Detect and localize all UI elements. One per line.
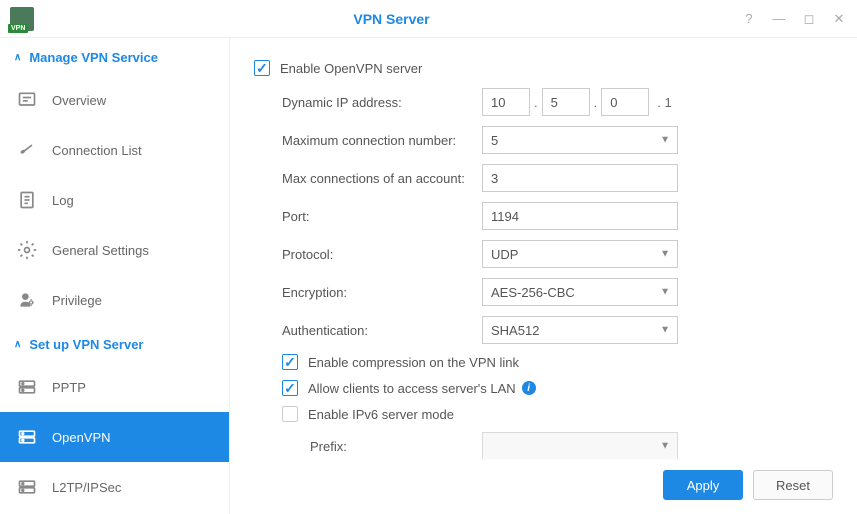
max-conn-row: Maximum connection number: 5 ▼ (254, 126, 833, 154)
enable-openvpn-row: Enable OpenVPN server (254, 56, 833, 80)
ipv6-checkbox[interactable] (282, 406, 298, 422)
sidebar-item-label: General Settings (52, 243, 149, 258)
dynamic-ip-label: Dynamic IP address: (282, 95, 482, 110)
sidebar-item-openvpn[interactable]: OpenVPN (0, 412, 229, 462)
sidebar-item-pptp[interactable]: PPTP (0, 362, 229, 412)
lan-access-row: Allow clients to access server's LAN i (254, 380, 833, 396)
max-acct-label: Max connections of an account: (282, 171, 482, 186)
compression-label: Enable compression on the VPN link (308, 355, 519, 370)
protocol-row: Protocol: UDP ▼ (254, 240, 833, 268)
sidebar-item-privilege[interactable]: Privilege (0, 275, 229, 325)
log-icon (16, 189, 38, 211)
sidebar-item-connection-list[interactable]: Connection List (0, 125, 229, 175)
port-label: Port: (282, 209, 482, 224)
port-row: Port: (254, 202, 833, 230)
server-icon (16, 376, 38, 398)
connection-icon (16, 139, 38, 161)
chevron-up-icon: ∧ (14, 52, 21, 63)
dynamic-ip-row: Dynamic IP address: . . . 1 (254, 88, 833, 116)
sidebar-item-label: L2TP/IPSec (52, 480, 121, 495)
gear-icon (16, 239, 38, 261)
server-icon (16, 476, 38, 498)
lan-access-label: Allow clients to access server's LAN (308, 381, 516, 396)
ip-separator: . (594, 95, 598, 110)
max-acct-row: Max connections of an account: (254, 164, 833, 192)
window-title: VPN Server (42, 11, 741, 27)
ip-octet-1[interactable] (482, 88, 530, 116)
overview-icon (16, 89, 38, 111)
sidebar-item-label: OpenVPN (52, 430, 111, 445)
protocol-select[interactable]: UDP (482, 240, 678, 268)
sidebar-item-general-settings[interactable]: General Settings (0, 225, 229, 275)
sidebar-item-label: Privilege (52, 293, 102, 308)
ip-input-group: . . . 1 (482, 88, 672, 116)
form-area: Enable OpenVPN server Dynamic IP address… (230, 38, 857, 459)
encryption-label: Encryption: (282, 285, 482, 300)
section-manage[interactable]: ∧ Manage VPN Service (0, 38, 229, 75)
sidebar-item-label: Log (52, 193, 74, 208)
window-controls: ? — ◻ ✕ (741, 11, 847, 27)
sidebar-item-overview[interactable]: Overview (0, 75, 229, 125)
footer: Apply Reset (230, 459, 857, 514)
ip-suffix: . 1 (657, 95, 671, 110)
info-icon[interactable]: i (522, 381, 536, 395)
ipv6-row: Enable IPv6 server mode (254, 406, 833, 422)
ip-octet-2[interactable] (542, 88, 590, 116)
sidebar-item-label: Overview (52, 93, 106, 108)
max-conn-select[interactable]: 5 (482, 126, 678, 154)
auth-label: Authentication: (282, 323, 482, 338)
server-icon (16, 426, 38, 448)
sidebar: ∧ Manage VPN Service Overview Connection… (0, 38, 230, 514)
encryption-row: Encryption: AES-256-CBC ▼ (254, 278, 833, 306)
titlebar: VPN Server ? — ◻ ✕ (0, 0, 857, 38)
section-label: Set up VPN Server (29, 337, 143, 352)
maximize-icon[interactable]: ◻ (801, 11, 817, 27)
prefix-select (482, 432, 678, 459)
lan-access-checkbox[interactable] (282, 380, 298, 396)
max-acct-input[interactable] (482, 164, 678, 192)
sidebar-item-l2tp[interactable]: L2TP/IPSec (0, 462, 229, 512)
sidebar-item-label: Connection List (52, 143, 142, 158)
app-icon (10, 7, 34, 31)
help-icon[interactable]: ? (741, 11, 757, 27)
compression-row: Enable compression on the VPN link (254, 354, 833, 370)
ip-separator: . (534, 95, 538, 110)
main-panel: Enable OpenVPN server Dynamic IP address… (230, 38, 857, 514)
sidebar-item-label: PPTP (52, 380, 86, 395)
section-setup[interactable]: ∧ Set up VPN Server (0, 325, 229, 362)
ipv6-label: Enable IPv6 server mode (308, 407, 454, 422)
enable-openvpn-checkbox[interactable] (254, 60, 270, 76)
max-conn-label: Maximum connection number: (282, 133, 482, 148)
port-input[interactable] (482, 202, 678, 230)
content-area: ∧ Manage VPN Service Overview Connection… (0, 38, 857, 514)
ip-octet-3[interactable] (601, 88, 649, 116)
enable-openvpn-label: Enable OpenVPN server (280, 61, 422, 76)
section-label: Manage VPN Service (29, 50, 158, 65)
encryption-select[interactable]: AES-256-CBC (482, 278, 678, 306)
auth-row: Authentication: SHA512 ▼ (254, 316, 833, 344)
prefix-row: Prefix: ▼ (254, 432, 833, 459)
prefix-label: Prefix: (310, 439, 482, 454)
auth-select[interactable]: SHA512 (482, 316, 678, 344)
close-icon[interactable]: ✕ (831, 11, 847, 27)
chevron-up-icon: ∧ (14, 339, 21, 350)
apply-button[interactable]: Apply (663, 470, 743, 500)
minimize-icon[interactable]: — (771, 11, 787, 27)
sidebar-item-log[interactable]: Log (0, 175, 229, 225)
protocol-label: Protocol: (282, 247, 482, 262)
compression-checkbox[interactable] (282, 354, 298, 370)
reset-button[interactable]: Reset (753, 470, 833, 500)
privilege-icon (16, 289, 38, 311)
